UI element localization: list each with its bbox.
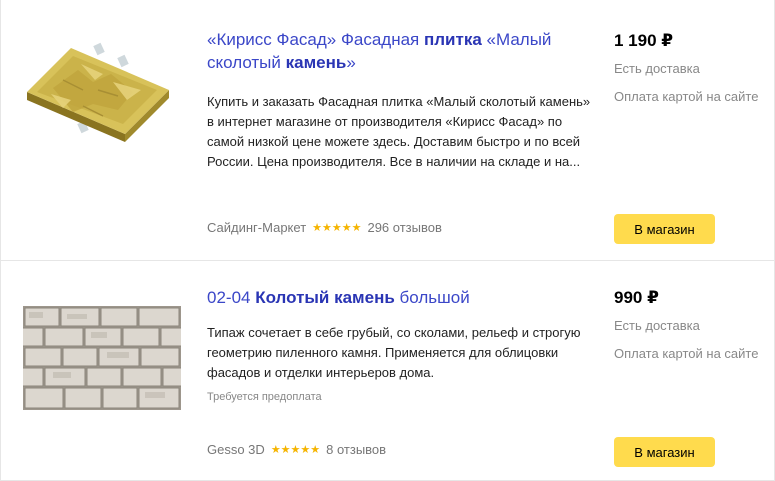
rating-stars-icon: ★★★★★: [270, 444, 321, 456]
title-text: 02-04: [207, 288, 256, 307]
rating-stars-icon: ★★★★★: [312, 222, 362, 234]
shop-name-link[interactable]: Сайдинг-Маркет: [207, 220, 306, 235]
product-card: 02-04 Колотый камень большой Типаж сочет…: [0, 260, 775, 481]
product-price: 1 190 ₽: [614, 31, 674, 50]
title-highlight: Колотый камень: [255, 288, 395, 307]
delivery-info: Есть доставка: [614, 318, 700, 333]
product-card: «Кирисс Фасад» Фасадная плитка «Малый ск…: [0, 0, 775, 261]
go-to-shop-button[interactable]: В магазин: [614, 214, 715, 244]
prepayment-note: Требуется предоплата: [207, 391, 322, 403]
payment-info: Оплата картой на сайте: [614, 89, 759, 104]
product-title-link[interactable]: «Кирисс Фасад» Фасадная плитка «Малый ск…: [207, 28, 587, 74]
shop-name-link[interactable]: Gesso 3D: [207, 442, 265, 457]
product-description: Типаж сочетает в себе грубый, со сколами…: [207, 325, 581, 380]
title-text: сколотый: [207, 53, 286, 72]
reviews-link[interactable]: 8 отзывов: [326, 442, 386, 457]
product-image[interactable]: [12, 306, 184, 410]
shop-info: Сайдинг-Маркет ★★★★★ 296 отзывов: [207, 220, 442, 235]
product-price: 990 ₽: [614, 288, 659, 307]
go-to-shop-button[interactable]: В магазин: [614, 437, 715, 467]
stone-wall-image: [12, 306, 184, 410]
title-highlight: плитка: [423, 30, 482, 49]
product-title-link[interactable]: 02-04 Колотый камень большой: [207, 286, 587, 309]
title-highlight: камень: [285, 53, 347, 72]
facade-tile-image: [27, 42, 169, 142]
title-text: «Малый: [481, 30, 552, 49]
product-image[interactable]: [23, 30, 173, 150]
product-description: Купить и заказать Фасадная плитка «Малый…: [207, 94, 591, 169]
title-text: большой: [394, 288, 470, 307]
reviews-link[interactable]: 296 отзывов: [367, 220, 441, 235]
delivery-info: Есть доставка: [614, 61, 700, 76]
shop-info: Gesso 3D ★★★★★ 8 отзывов: [207, 442, 386, 457]
title-text: »: [346, 53, 356, 72]
title-text: «Кирисс Фасад» Фасадная: [207, 30, 424, 49]
payment-info: Оплата картой на сайте: [614, 346, 759, 361]
